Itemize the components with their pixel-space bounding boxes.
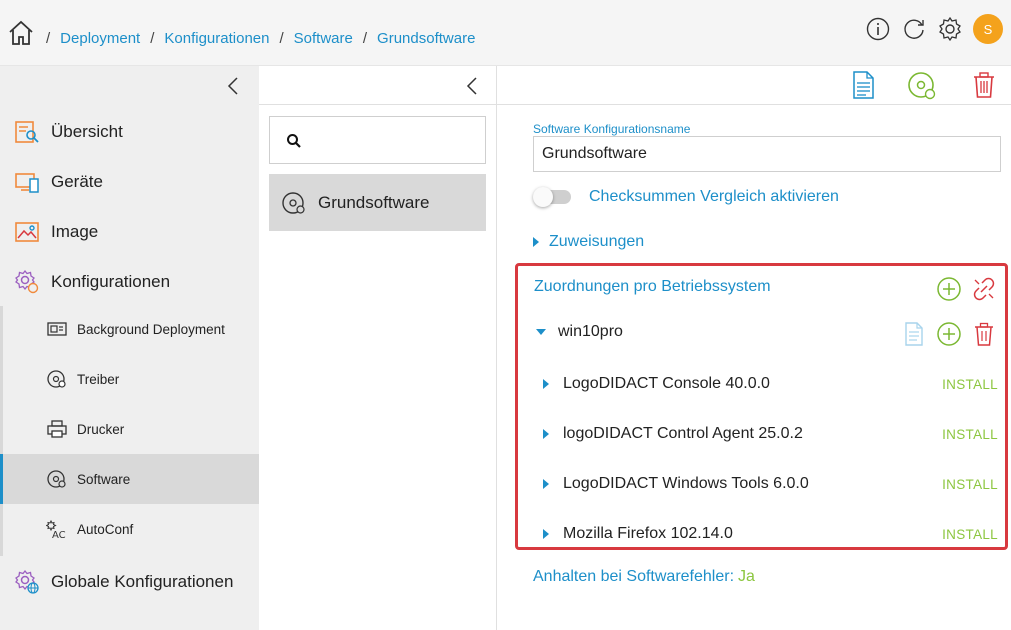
software-row[interactable]: LogoDIDACT Console 40.0.0 INSTALL (543, 369, 998, 399)
caret-right-icon (543, 479, 549, 489)
search-icon (287, 134, 301, 148)
software-action[interactable]: INSTALL (942, 527, 998, 542)
sidebar-subitem-label: Software (77, 471, 131, 487)
assignments-label: Zuweisungen (549, 233, 645, 250)
sidebar-subitem-treiber[interactable]: Treiber (0, 354, 259, 404)
copy-document-icon[interactable] (901, 321, 927, 347)
overview-icon (15, 121, 39, 143)
sidebar-subitem-drucker[interactable]: Drucker (0, 404, 259, 454)
sidebar-subitem-autoconf[interactable]: AC AutoConf (0, 504, 259, 554)
sidebar-subitem-label: Drucker (77, 421, 125, 437)
name-field-label: Software Konfigurationsname (533, 122, 691, 136)
global-config-icon (15, 569, 39, 594)
top-icons: S (865, 14, 1003, 44)
toolbar-strip (259, 66, 1011, 105)
caret-right-icon (543, 529, 549, 539)
os-assignments-title: Zuordnungen pro Betriebssystem (534, 278, 771, 295)
caret-right-icon (543, 379, 549, 389)
sidebar-item-label: Konfigurationen (51, 272, 171, 291)
breadcrumb-separator: / (279, 30, 284, 47)
sidebar-item-globale-konfigurationen[interactable]: Globale Konfigurationen (0, 557, 259, 607)
detail-panel: Software Konfigurationsname Checksummen … (497, 105, 1011, 630)
caret-down-icon (536, 329, 546, 335)
halt-on-error-label: Anhalten bei Softwarefehler: (533, 568, 735, 585)
software-row[interactable]: logoDIDACT Control Agent 25.0.2 INSTALL (543, 419, 998, 449)
name-input[interactable] (534, 137, 1000, 171)
sidebar-item-konfigurationen[interactable]: Konfigurationen (0, 257, 259, 307)
list-item-grundsoftware[interactable]: Grundsoftware (269, 174, 486, 231)
software-row[interactable]: LogoDIDACT Windows Tools 6.0.0 INSTALL (543, 469, 998, 499)
sidebar-subitem-software[interactable]: Software (0, 454, 259, 504)
background-deployment-icon (47, 322, 67, 336)
deploy-disc-icon[interactable] (907, 70, 937, 100)
sidebar-item-label: Geräte (51, 172, 103, 191)
sidebar-item-label: Globale Konfigurationen (51, 572, 234, 591)
assignments-expander[interactable]: Zuweisungen (533, 233, 644, 251)
image-icon (15, 222, 39, 242)
breadcrumb-software[interactable]: Software (294, 30, 353, 47)
search-box[interactable] (269, 116, 486, 164)
software-row[interactable]: Mozilla Firefox 102.14.0 INSTALL (543, 519, 998, 549)
list-item-label: Grundsoftware (318, 192, 430, 212)
document-icon[interactable] (848, 70, 878, 100)
checksum-toggle[interactable] (533, 187, 571, 207)
sidebar-subitem-label: AutoConf (77, 521, 134, 537)
add-circle-icon[interactable] (936, 321, 962, 347)
caret-right-icon (533, 237, 539, 247)
sidebar-item-label: Image (51, 222, 99, 241)
os-assignments-box: Zuordnungen pro Betriebssystem win10pro … (515, 263, 1008, 550)
checksum-toggle-label[interactable]: Checksummen Vergleich aktivieren (589, 188, 839, 206)
software-name: logoDIDACT Control Agent 25.0.2 (563, 425, 803, 442)
autoconf-icon: AC (46, 519, 66, 540)
sidebar-subitem-label: Treiber (77, 371, 120, 387)
top-bar: / Deployment / Konfigurationen / Softwar… (0, 0, 1011, 66)
devices-icon (15, 173, 39, 193)
breadcrumb-konfigurationen[interactable]: Konfigurationen (164, 30, 269, 47)
breadcrumb-deployment[interactable]: Deployment (60, 30, 140, 47)
software-disc-icon (282, 192, 305, 214)
search-input[interactable] (314, 127, 474, 153)
settings-gear-icon[interactable] (937, 16, 963, 42)
sidebar: Übersicht Geräte Image Konfigurationen B… (0, 66, 259, 630)
software-name: Mozilla Firefox 102.14.0 (563, 525, 733, 542)
breadcrumb-grundsoftware[interactable]: Grundsoftware (377, 30, 475, 47)
software-action[interactable]: INSTALL (942, 477, 998, 492)
halt-on-error-value: Ja (738, 568, 755, 585)
sidebar-subitem-background-deployment[interactable]: Background Deployment (0, 304, 259, 354)
config-list-pane: Grundsoftware (259, 66, 497, 630)
driver-disc-icon (47, 370, 66, 388)
delete-icon[interactable] (969, 70, 999, 100)
sidebar-item-geraete[interactable]: Geräte (0, 157, 259, 207)
add-circle-icon[interactable] (936, 276, 962, 302)
refresh-icon[interactable] (901, 16, 927, 42)
collapse-sidebar-icon[interactable] (226, 76, 240, 96)
halt-on-error-setting[interactable]: Anhalten bei Softwarefehler: Ja (533, 568, 755, 586)
svg-text:AC: AC (52, 530, 66, 540)
info-icon[interactable] (865, 16, 891, 42)
breadcrumb-separator: / (362, 30, 368, 47)
toggle-knob (533, 187, 553, 207)
delete-icon[interactable] (971, 321, 997, 347)
breadcrumb-separator: / (150, 30, 155, 47)
os-name: win10pro (558, 323, 623, 340)
software-name: LogoDIDACT Console 40.0.0 (563, 375, 770, 392)
printer-icon (47, 420, 67, 438)
software-action[interactable]: INSTALL (942, 377, 998, 392)
avatar[interactable]: S (973, 14, 1003, 44)
caret-right-icon (543, 429, 549, 439)
sidebar-item-image[interactable]: Image (0, 207, 259, 257)
home-icon[interactable] (8, 20, 34, 46)
breadcrumb-separator: / (46, 30, 51, 47)
os-row-win10pro[interactable]: win10pro (536, 323, 623, 341)
software-disc-icon (47, 470, 66, 488)
sidebar-item-label: Übersicht (51, 122, 123, 141)
name-field[interactable] (533, 136, 1001, 172)
sidebar-item-uebersicht[interactable]: Übersicht (0, 107, 259, 157)
breadcrumb: / Deployment / Konfigurationen / Softwar… (46, 30, 475, 47)
unlink-icon[interactable] (971, 276, 997, 302)
software-name: LogoDIDACT Windows Tools 6.0.0 (563, 475, 809, 492)
sidebar-subitem-label: Background Deployment (77, 321, 225, 337)
software-action[interactable]: INSTALL (942, 427, 998, 442)
configurations-icon (15, 269, 39, 294)
